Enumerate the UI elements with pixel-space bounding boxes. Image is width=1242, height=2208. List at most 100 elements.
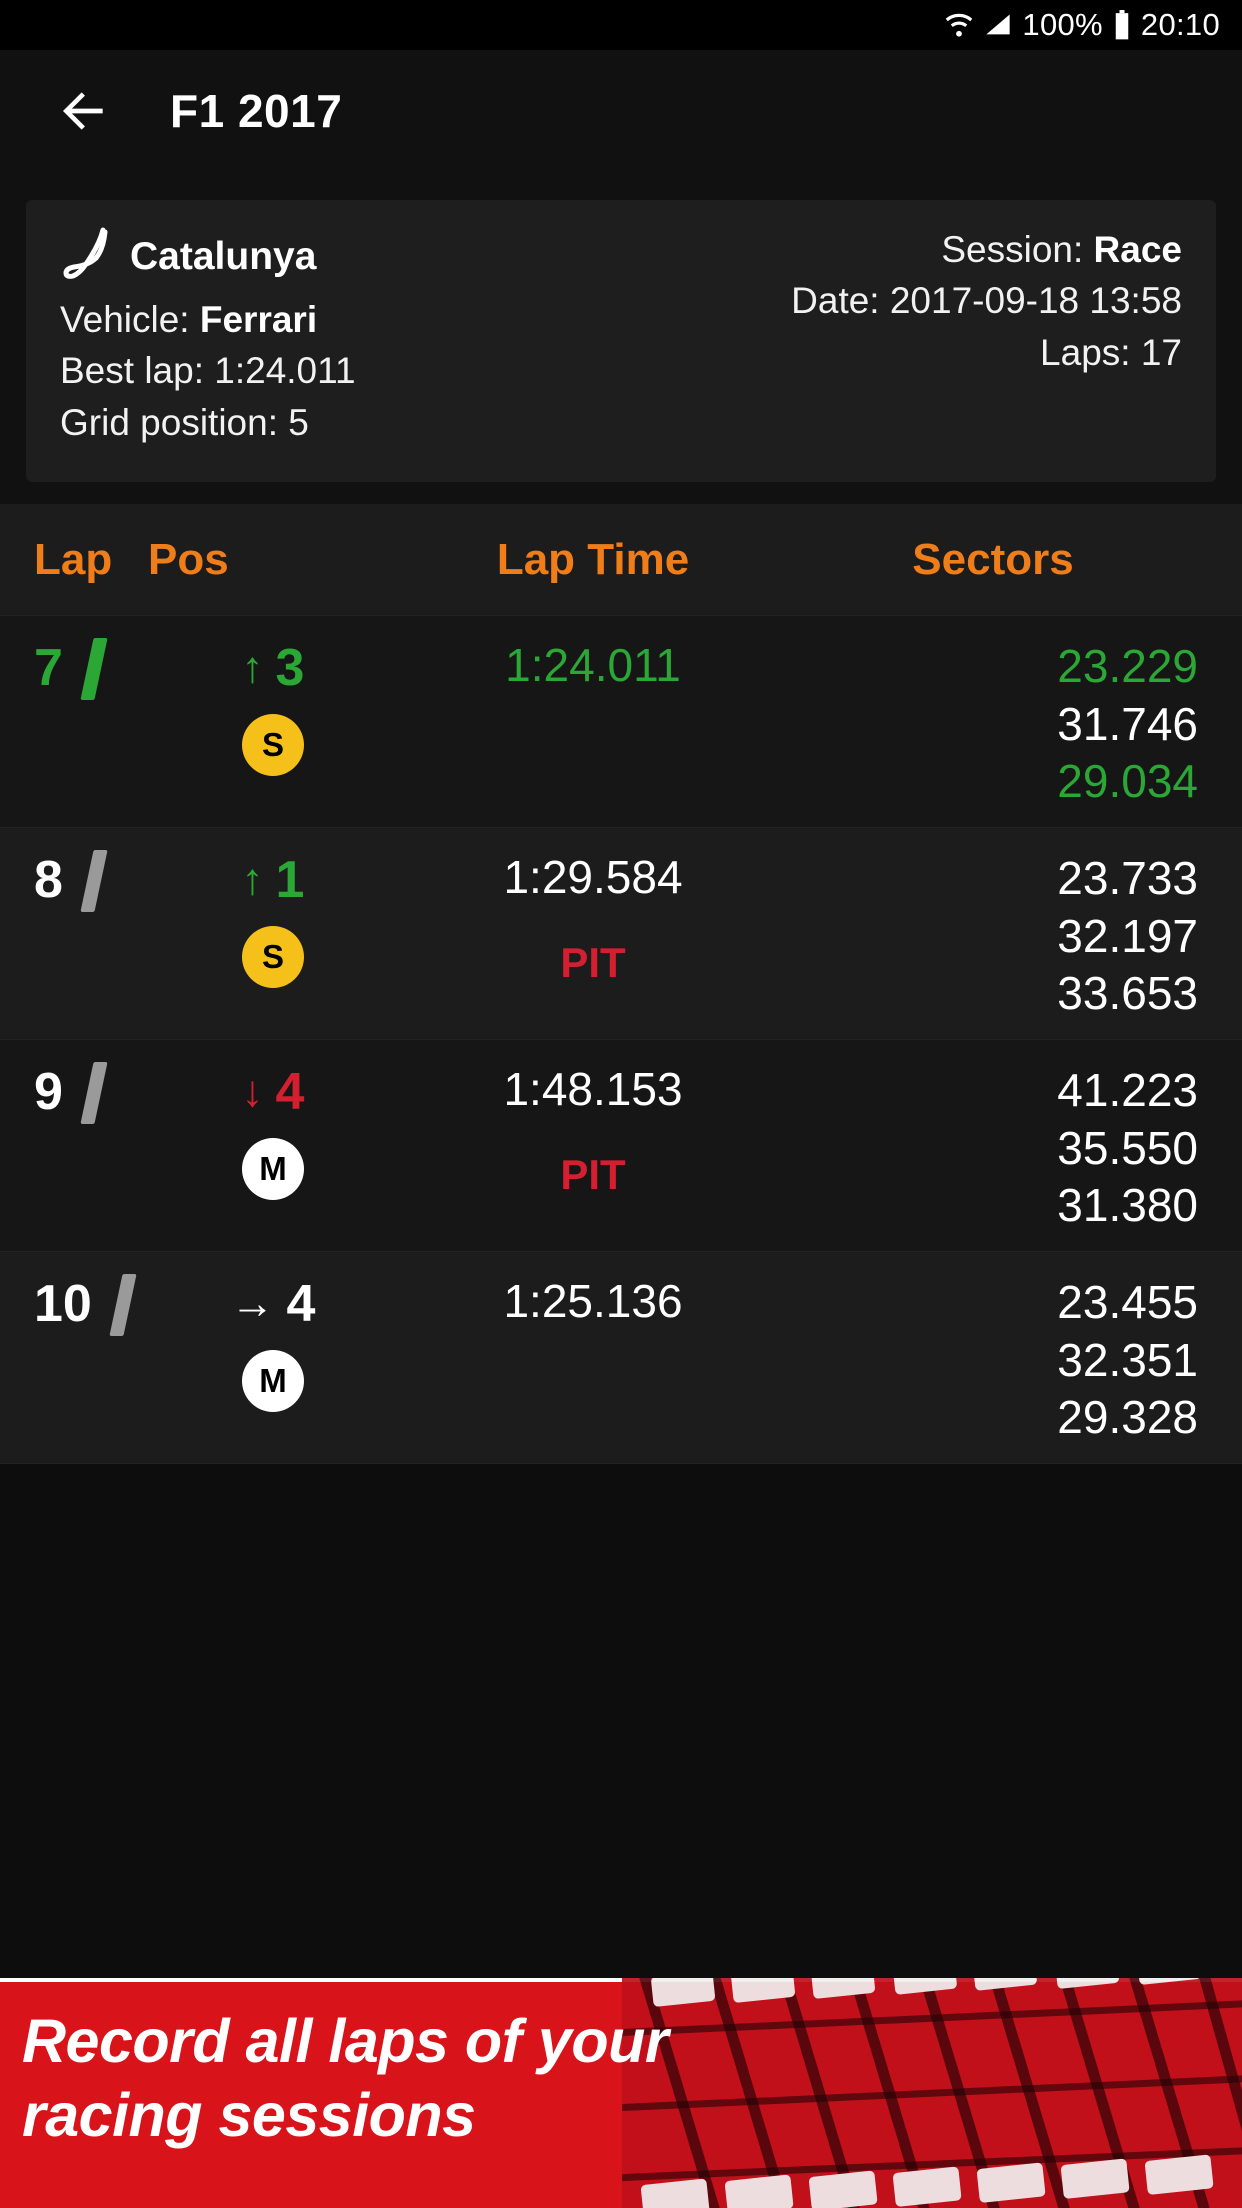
session-row: Session: Race: [941, 226, 1182, 273]
lap-separator-slash: [80, 1062, 108, 1125]
track-heading: Catalunya: [60, 226, 356, 288]
vehicle-label: Vehicle:: [60, 299, 190, 340]
battery-full-icon: [1115, 10, 1129, 40]
position-change-arrow-icon: ↑: [241, 643, 264, 693]
sector-1-value: 41.223: [1057, 1064, 1198, 1117]
table-row[interactable]: 7 ↑ 3 S 1:24.011 23.229 31.746 29.034: [0, 616, 1242, 829]
cell-position: ↑ 1 S: [148, 854, 398, 989]
lap-time-value: 1:29.584: [503, 851, 683, 904]
cell-sectors: 41.223 35.550 31.380: [788, 1064, 1242, 1232]
position-line: → 4: [231, 1278, 316, 1330]
date-value: 2017-09-18 13:58: [889, 280, 1182, 322]
status-bar: 100% 20:10: [0, 0, 1242, 50]
cell-position: ↓ 4 M: [148, 1066, 398, 1201]
banner-line-1: Record all laps of your: [22, 2007, 669, 2075]
lap-time-value: 1:48.153: [503, 1063, 683, 1116]
position-line: ↓ 4: [242, 1066, 305, 1118]
table-row[interactable]: 8 ↑ 1 S 1:29.584 PIT 23.733 32.197 33.653: [0, 828, 1242, 1041]
cell-lap: 9: [0, 1062, 148, 1125]
lap-number: 10: [34, 1275, 92, 1334]
lap-number: 7: [34, 639, 63, 698]
grid-position-value: 5: [288, 401, 309, 443]
position-number: 4: [275, 1063, 305, 1122]
header-cell-sectors[interactable]: Sectors: [788, 535, 1242, 585]
cell-lap-time: 1:29.584 PIT: [398, 854, 788, 984]
best-lap-label: Best lap:: [60, 350, 204, 392]
lap-time-value: 1:25.136: [503, 1275, 683, 1328]
vehicle-value: Ferrari: [199, 299, 318, 340]
sector-3-value: 29.328: [1057, 1391, 1198, 1444]
grid-position-row: Grid position: 5: [60, 399, 356, 446]
pit-badge: PIT: [560, 1151, 626, 1199]
tyre-compound-badge: M: [242, 1350, 304, 1413]
sector-1-value: 23.229: [1057, 640, 1198, 693]
cell-sectors: 23.229 31.746 29.034: [788, 640, 1242, 807]
cell-position: → 4 M: [148, 1278, 398, 1413]
header-sectors-label: Sectors: [912, 534, 1074, 584]
cell-lap: 7: [0, 638, 148, 701]
header-cell-lap[interactable]: Lap: [0, 535, 148, 585]
banner-text: Record all laps of your racing sessions: [0, 1978, 1242, 2153]
banner-line-2: racing sessions: [22, 2081, 476, 2150]
back-button[interactable]: [56, 83, 112, 139]
best-lap-value: 1:24.011: [214, 350, 356, 392]
cell-lap: 10: [0, 1274, 148, 1337]
sector-3-value: 33.653: [1057, 967, 1198, 1020]
session-card[interactable]: Catalunya Vehicle: Ferrari Best lap: 1:2…: [26, 200, 1216, 483]
date-label: Date:: [791, 280, 880, 322]
sector-2-value: 35.550: [1057, 1121, 1198, 1174]
race-track-icon: [63, 227, 108, 279]
lap-time-value: 1:24.011: [505, 639, 681, 692]
lap-separator-slash: [80, 638, 108, 701]
position-change-arrow-icon: ↑: [241, 855, 264, 905]
sector-2-value: 32.351: [1057, 1333, 1198, 1386]
session-card-container: Catalunya Vehicle: Ferrari Best lap: 1:2…: [0, 172, 1242, 505]
session-card-left: Catalunya Vehicle: Ferrari Best lap: 1:2…: [60, 226, 356, 446]
tyre-compound-badge: M: [242, 1138, 304, 1201]
cell-lap-time: 1:24.011: [398, 642, 788, 688]
vehicle-row: Vehicle: Ferrari: [60, 296, 356, 343]
table-row[interactable]: 10 → 4 M 1:25.136 23.455 32.351 29.328: [0, 1252, 1242, 1465]
sector-2-value: 31.746: [1057, 697, 1198, 750]
header-cell-laptime[interactable]: Lap Time: [398, 535, 788, 585]
sector-1-value: 23.455: [1057, 1276, 1198, 1329]
position-change-arrow-icon: ↓: [241, 1067, 264, 1117]
cell-position: ↑ 3 S: [148, 642, 398, 777]
app-bar: F1 2017: [0, 50, 1242, 172]
session-label: Session:: [941, 229, 1084, 270]
lap-separator-slash: [109, 1274, 137, 1337]
track-name-label: Catalunya: [130, 235, 317, 278]
position-change-arrow-icon: →: [230, 1279, 275, 1329]
battery-percent-label: 100%: [1022, 7, 1103, 42]
grid-position-label: Grid position:: [60, 401, 278, 443]
position-number: 1: [275, 851, 305, 910]
session-card-right: Session: Race Date: 2017-09-18 13:58 Lap…: [791, 226, 1182, 446]
best-lap-row: Best lap: 1:24.011: [60, 347, 356, 394]
header-pos-label: Pos: [148, 534, 229, 584]
sector-2-value: 32.197: [1057, 909, 1198, 962]
laps-row: Laps: 17: [1040, 329, 1182, 376]
lap-table-body: 7 ↑ 3 S 1:24.011 23.229 31.746 29.034 8 ↑ 1 S 1:29.5…: [0, 616, 1242, 1465]
position-line: ↑ 3: [242, 642, 305, 694]
table-row[interactable]: 9 ↓ 4 M 1:48.153 PIT 41.223 35.550 31.380: [0, 1040, 1242, 1253]
clock-label: 20:10: [1140, 7, 1220, 42]
lap-number: 8: [34, 851, 63, 910]
cell-lap-time: 1:48.153 PIT: [398, 1066, 788, 1196]
back-arrow-icon: [63, 92, 103, 130]
cell-lap: 8: [0, 850, 148, 913]
laps-label: Laps:: [1040, 331, 1131, 373]
sector-1-value: 23.733: [1057, 852, 1198, 905]
position-number: 4: [286, 1275, 316, 1334]
wifi-icon: [946, 13, 973, 37]
sector-3-value: 31.380: [1057, 1179, 1198, 1232]
cell-sectors: 23.733 32.197 33.653: [788, 852, 1242, 1020]
position-line: ↑ 1: [242, 854, 305, 906]
laps-value: 17: [1140, 331, 1182, 373]
lap-separator-slash: [80, 850, 108, 913]
header-lap-label: Lap: [34, 534, 113, 584]
lap-number: 9: [34, 1063, 63, 1122]
tyre-compound-badge: S: [242, 714, 304, 777]
header-cell-pos[interactable]: Pos: [148, 535, 398, 585]
date-row: Date: 2017-09-18 13:58: [791, 277, 1182, 324]
ad-banner[interactable]: Record all laps of your racing sessions: [0, 1978, 1242, 2208]
